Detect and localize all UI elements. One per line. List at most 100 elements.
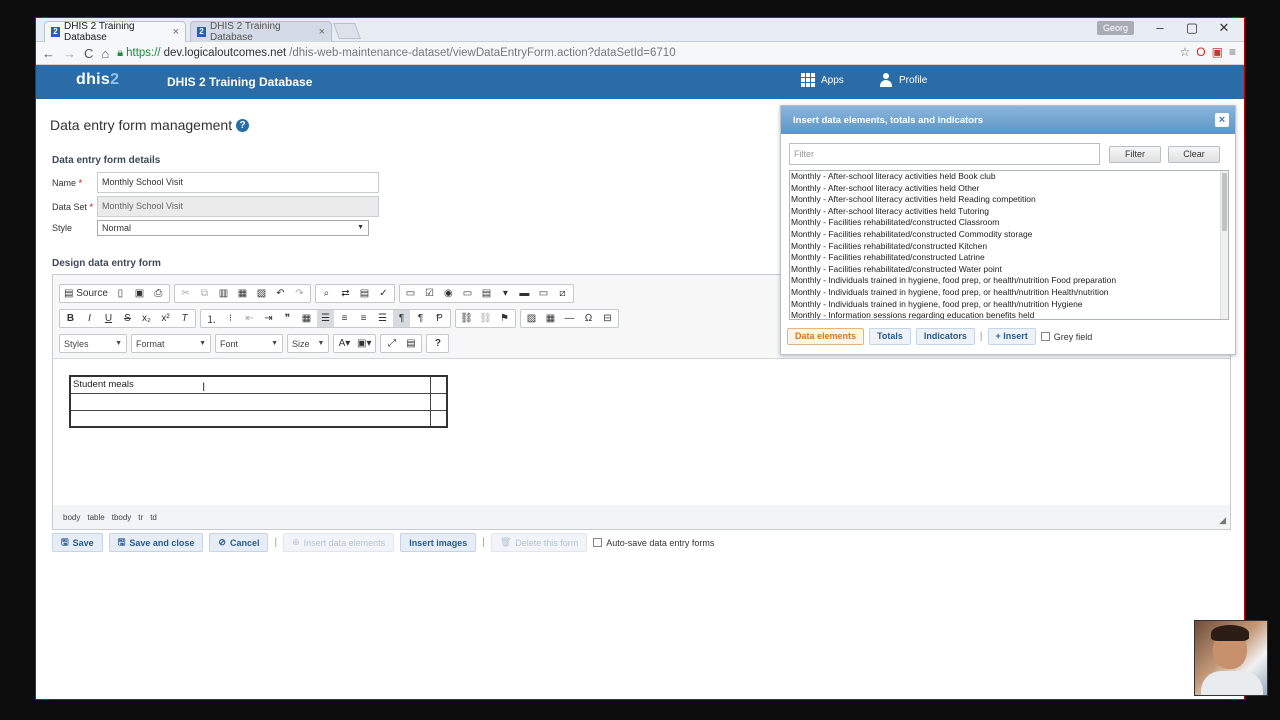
outdent-icon[interactable]: ⇤ (241, 310, 258, 327)
cut-icon[interactable]: ✂ (177, 285, 194, 302)
reload-icon[interactable]: C (84, 46, 93, 61)
form-table[interactable]: Student meals (69, 375, 448, 428)
format-combo[interactable]: Format ▼ (131, 334, 211, 353)
source-button[interactable]: ▤ Source (62, 285, 110, 302)
anchor-icon[interactable]: ⚑ (496, 310, 513, 327)
table-cell[interactable] (69, 409, 431, 428)
pdf-icon[interactable]: ▣ (1212, 45, 1223, 59)
elements-list[interactable]: Monthly - After-school literacy activiti… (789, 170, 1229, 320)
table-cell[interactable] (429, 409, 448, 428)
list-item[interactable]: Monthly - Individuals trained in hygiene… (790, 299, 1228, 311)
list-item[interactable]: Monthly - After-school literacy activiti… (790, 183, 1228, 195)
underline-icon[interactable]: U (100, 310, 117, 327)
cancel-button[interactable]: ⊘ Cancel (209, 533, 269, 552)
about-icon[interactable]: ? (429, 335, 446, 352)
textarea-icon[interactable]: ▤ (478, 285, 495, 302)
textfield-icon[interactable]: ▭ (459, 285, 476, 302)
grey-field-checkbox[interactable]: Grey field (1040, 332, 1092, 342)
bulleted-list-icon[interactable]: ⁝ (222, 310, 239, 327)
maximize-icon[interactable]: ⤢ (383, 335, 400, 352)
list-item[interactable]: Monthly - Facilities rehabilitated/const… (790, 252, 1228, 264)
justify-icon[interactable]: ☰ (374, 310, 391, 327)
spellcheck-icon[interactable]: ✓ (375, 285, 392, 302)
browser-tab-active[interactable]: 2 DHIS 2 Training Database × (44, 21, 186, 43)
apps-menu-link[interactable]: Apps (801, 73, 844, 87)
filter-input[interactable]: Filter (789, 143, 1100, 165)
list-item[interactable]: Monthly - After-school literacy activiti… (790, 171, 1228, 183)
undo-icon[interactable]: ↶ (272, 285, 289, 302)
minimize-icon[interactable]: – (1146, 20, 1174, 35)
font-combo[interactable]: Font ▼ (215, 334, 283, 353)
close-icon[interactable]: × (1215, 113, 1229, 127)
path-item[interactable]: table (87, 513, 104, 522)
div-container-icon[interactable]: ▦ (298, 310, 315, 327)
name-input[interactable]: Monthly School Visit (97, 172, 379, 193)
list-item[interactable]: Monthly - Information sessions regarding… (790, 310, 1228, 319)
new-page-icon[interactable]: ▯ (112, 285, 129, 302)
table-cell[interactable]: Student meals (69, 375, 431, 394)
special-char-icon[interactable]: Ω (580, 310, 597, 327)
resize-handle-icon[interactable]: ◢ (1219, 515, 1226, 526)
dhis2-logo[interactable]: dhis2 (76, 71, 119, 89)
image-icon[interactable]: ▨ (523, 310, 540, 327)
profile-menu-link[interactable]: Profile (879, 73, 927, 87)
select-all-icon[interactable]: ▤ (356, 285, 373, 302)
size-combo[interactable]: Size ▼ (287, 334, 329, 353)
insert-button[interactable]: + Insert (987, 328, 1036, 345)
table-cell[interactable] (69, 392, 431, 411)
close-tab-icon[interactable]: × (319, 26, 325, 38)
paste-text-icon[interactable]: ▦ (234, 285, 251, 302)
scrollbar[interactable] (1220, 171, 1228, 319)
checkbox-icon[interactable] (593, 538, 603, 547)
checkbox-icon[interactable]: ☑ (421, 285, 438, 302)
button-field-icon[interactable]: ▬ (516, 285, 533, 302)
help-icon[interactable]: ? (236, 118, 250, 132)
preview-icon[interactable]: ▣ (131, 285, 148, 302)
home-icon[interactable]: ⌂ (101, 46, 109, 61)
print-icon[interactable]: ⎙ (150, 285, 167, 302)
new-tab-button[interactable] (333, 23, 361, 39)
restore-icon[interactable]: ▢ (1178, 20, 1206, 36)
tab-totals[interactable]: Totals (869, 328, 911, 345)
find-icon[interactable]: ⌕ (318, 285, 335, 302)
menu-icon[interactable]: ≡ (1229, 45, 1236, 59)
bold-icon[interactable]: B (62, 310, 79, 327)
language-icon[interactable]: Ᵽ (431, 310, 448, 327)
path-item[interactable]: td (150, 513, 157, 522)
forward-icon[interactable]: → (63, 46, 76, 61)
styles-combo[interactable]: Styles ▼ (59, 334, 127, 353)
redo-icon[interactable]: ↷ (291, 285, 308, 302)
list-item[interactable]: Monthly - Facilities rehabilitated/const… (790, 264, 1228, 276)
horizontal-rule-icon[interactable]: ― (561, 310, 578, 327)
path-item[interactable]: tbody (112, 513, 132, 522)
paste-word-icon[interactable]: ▧ (253, 285, 270, 302)
align-center-icon[interactable]: ≡ (336, 310, 353, 327)
strikethrough-icon[interactable]: S (119, 310, 136, 327)
style-select[interactable]: Normal ▼ (97, 220, 369, 236)
clear-button[interactable]: Clear (1168, 146, 1220, 163)
table-cell[interactable] (429, 375, 448, 394)
path-item[interactable]: tr (138, 513, 143, 522)
list-item[interactable]: Monthly - After-school literacy activiti… (790, 206, 1228, 218)
align-right-icon[interactable]: ≡ (355, 310, 372, 327)
editor-canvas[interactable]: Student meals I (53, 359, 1230, 507)
show-blocks-icon[interactable]: ▤ (402, 335, 419, 352)
tab-indicators[interactable]: Indicators (915, 328, 975, 345)
opera-icon[interactable]: O (1196, 45, 1205, 59)
italic-icon[interactable]: I (81, 310, 98, 327)
bg-color-icon[interactable]: ▣▾ (355, 335, 373, 352)
save-and-close-button[interactable]: 🖫︎ Save and close (108, 533, 204, 552)
ltr-icon[interactable]: ¶ (393, 310, 410, 327)
link-icon[interactable]: ⛓ (458, 310, 475, 327)
url-field[interactable]: 🔒︎ https://dev.logicaloutcomes.net/dhis-… (117, 47, 675, 60)
select-field-icon[interactable]: ▾ (497, 285, 514, 302)
rtl-icon[interactable]: ¶ (412, 310, 429, 327)
filter-button[interactable]: Filter (1109, 146, 1161, 163)
delete-form-button[interactable]: 🗑︎ Delete this form (490, 533, 588, 552)
insert-data-elements-button[interactable]: ⊕ Insert data elements (283, 533, 395, 552)
blockquote-icon[interactable]: ❞ (279, 310, 296, 327)
list-item[interactable]: Monthly - Facilities rehabilitated/const… (790, 229, 1228, 241)
browser-user-chip[interactable]: Georg (1096, 21, 1134, 35)
list-item[interactable]: Monthly - Facilities rehabilitated/const… (790, 241, 1228, 253)
list-item[interactable]: Monthly - Facilities rehabilitated/const… (790, 217, 1228, 229)
